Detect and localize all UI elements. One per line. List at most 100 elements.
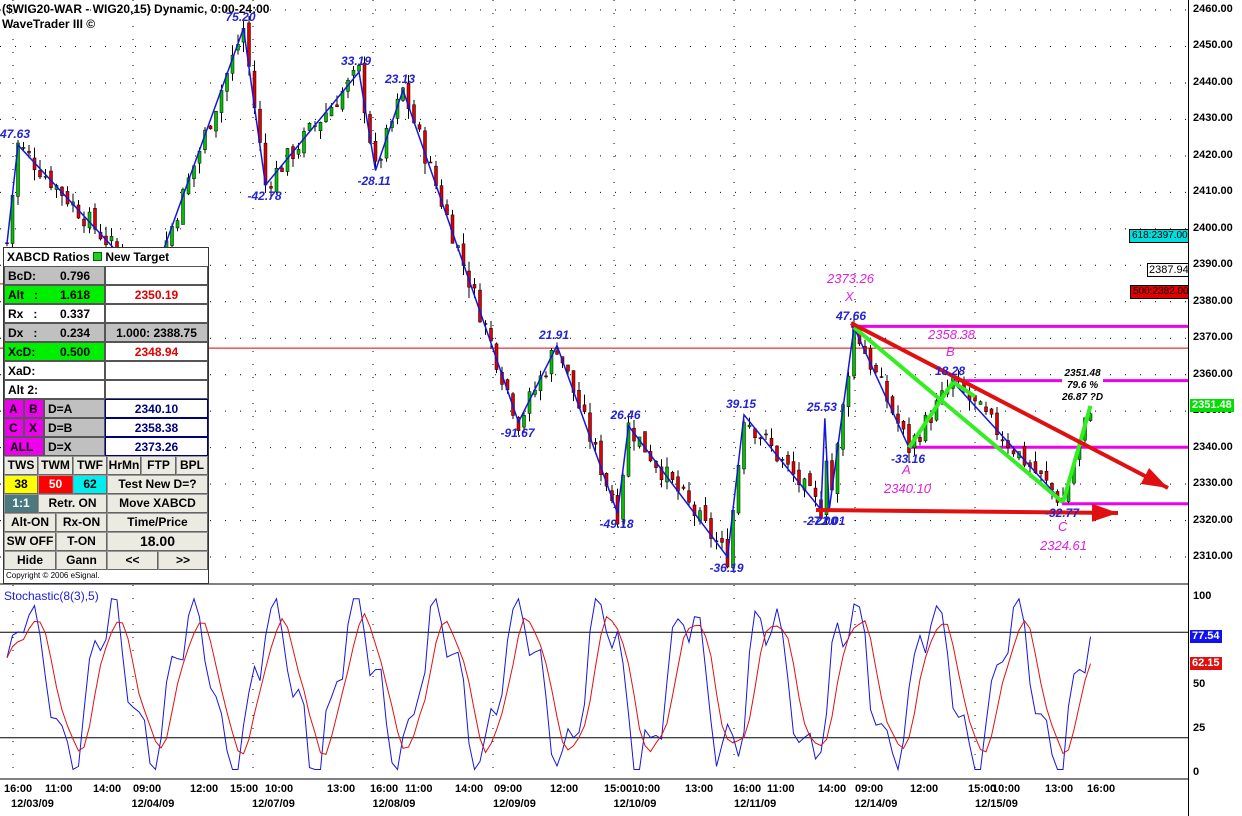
candle [984, 406, 988, 412]
ratio-target: 2348.94 [105, 342, 208, 361]
candle [681, 486, 686, 489]
candle [38, 170, 42, 178]
candle [318, 122, 323, 131]
price-tick: 2340.00 [1193, 440, 1233, 453]
candle [786, 454, 790, 465]
price-tick: 2460.00 [1193, 3, 1233, 15]
arrow-head [1091, 503, 1118, 522]
target-price: 2373.26 [105, 437, 208, 456]
button-twm[interactable]: TWM [38, 456, 73, 475]
time-tick: 09:00 [133, 783, 162, 795]
target-toggle-B[interactable]: B [24, 399, 44, 418]
x-price: 2373.26 [827, 271, 874, 286]
time-tick: 11:00 [405, 783, 433, 795]
price-marker: 2387.94 [1147, 263, 1191, 277]
next-button[interactable]: >> [158, 551, 208, 570]
value-field[interactable]: 18.00 [107, 532, 208, 551]
ratio-value: 0.796 [60, 269, 91, 283]
new-target-checkbox[interactable] [93, 252, 103, 261]
time-tick: 11:00 [45, 783, 73, 795]
retracement-toggle[interactable]: Retr. ON [38, 494, 107, 513]
candle [472, 284, 477, 289]
candle [764, 433, 768, 436]
c-label: C [1058, 519, 1068, 534]
t-toggle[interactable]: T-ON [56, 532, 107, 551]
gann-button[interactable]: Gann [56, 551, 107, 570]
button-tws[interactable]: TWS [4, 456, 38, 475]
wave-pivot-label: -42.78 [247, 189, 282, 204]
price-tick: 2390.00 [1193, 258, 1233, 271]
time-tick: 12:00 [550, 783, 579, 795]
button-ftp[interactable]: FTP [141, 456, 176, 475]
date-tick: 12/14/09 [854, 798, 898, 810]
ratio-key: Alt 2: [8, 383, 38, 397]
alt-toggle[interactable]: Alt-ON [4, 513, 56, 532]
time-tick: 09:00 [855, 783, 884, 795]
sw-toggle[interactable]: SW OFF [4, 532, 56, 551]
time-tick: 13:00 [1045, 783, 1074, 795]
wave-pivot-label: 25.53 [806, 400, 837, 415]
stoch-tick: 100 [1193, 590, 1212, 602]
fib-50-button[interactable]: 50 [38, 475, 73, 494]
time-tick: 16:00 [370, 783, 399, 795]
candle [1044, 470, 1049, 481]
candle [808, 473, 812, 486]
candle [758, 437, 763, 440]
target-toggle-all[interactable]: ALL [4, 437, 44, 456]
ratio-value: 0.234 [60, 326, 91, 340]
stochastic-chart[interactable] [0, 585, 1188, 780]
candle [989, 408, 994, 415]
test-new-d-button[interactable]: Test New D=? [107, 475, 208, 494]
hide-button[interactable]: Hide [4, 551, 56, 570]
candle [1039, 470, 1043, 474]
move-xabcd-button[interactable]: Move XABCD [107, 494, 208, 513]
wave-pivot-label: 18.28 [935, 363, 966, 378]
date-tick: 12/03/09 [11, 798, 54, 810]
target-toggle-X[interactable]: X [24, 418, 44, 437]
x-label: X [845, 289, 854, 304]
time-tick: 16:00 [4, 783, 33, 795]
candle [302, 131, 306, 154]
candle [21, 147, 26, 149]
ratio-1-1-button[interactable]: 1:1 [4, 494, 38, 513]
fib-38-button[interactable]: 38 [4, 475, 38, 494]
candle [703, 505, 708, 521]
wave-pivot-label: -36.19 [709, 561, 744, 576]
ratio-target: 1.000: 2388.75 [105, 323, 208, 342]
button-bpl[interactable]: BPL [176, 456, 208, 475]
candle [901, 420, 906, 430]
candle [109, 236, 114, 242]
target-toggle-C[interactable]: C [4, 418, 24, 437]
rx-toggle[interactable]: Rx-ON [56, 513, 107, 532]
time-price-button[interactable]: Time/Price [107, 513, 208, 532]
price-tick: 2450.00 [1193, 39, 1233, 52]
panel-title: XABCD Ratios [7, 250, 90, 264]
button-hrmn[interactable]: HrMn [107, 456, 141, 475]
ratio-key: Alt : [8, 288, 38, 302]
ratio-key: Dx : [8, 326, 38, 340]
fib-62-button[interactable]: 62 [73, 475, 107, 494]
copyright-text: Copyright © 2006 eSignal. [6, 571, 100, 580]
button-twf[interactable]: TWF [73, 456, 107, 475]
ratio-key: Rx : [8, 307, 38, 321]
date-tick: 12/15/09 [975, 798, 1018, 810]
target-toggle-A[interactable]: A [4, 399, 24, 418]
wave-pivot-label: -22.01 [811, 513, 846, 528]
time-tick: 16:00 [733, 783, 762, 795]
candle [296, 149, 301, 155]
price-axis[interactable]: 2460.00 2450.00 2440.00 2430.00 2420.00 2410.… [1188, 0, 1242, 816]
candle [1011, 450, 1016, 455]
stoch-tick: 25 [1193, 722, 1206, 734]
wave-pivot-label: 26.46 [610, 407, 641, 422]
time-tick: 12:00 [190, 783, 219, 795]
candle [769, 438, 774, 447]
ratio-row: BcD: 0.796 [4, 266, 105, 285]
prev-button[interactable]: << [107, 551, 158, 570]
date-tick: 12/07/09 [252, 798, 295, 810]
ratio-row: Dx : 0.234 [4, 323, 105, 342]
stochastic-title: Stochastic(8(3),5) [4, 589, 99, 603]
time-tick: 12:00 [910, 783, 939, 795]
candle [208, 125, 213, 130]
price-tick: 2400.00 [1193, 221, 1233, 234]
time-tick: 15:00 [230, 783, 259, 795]
